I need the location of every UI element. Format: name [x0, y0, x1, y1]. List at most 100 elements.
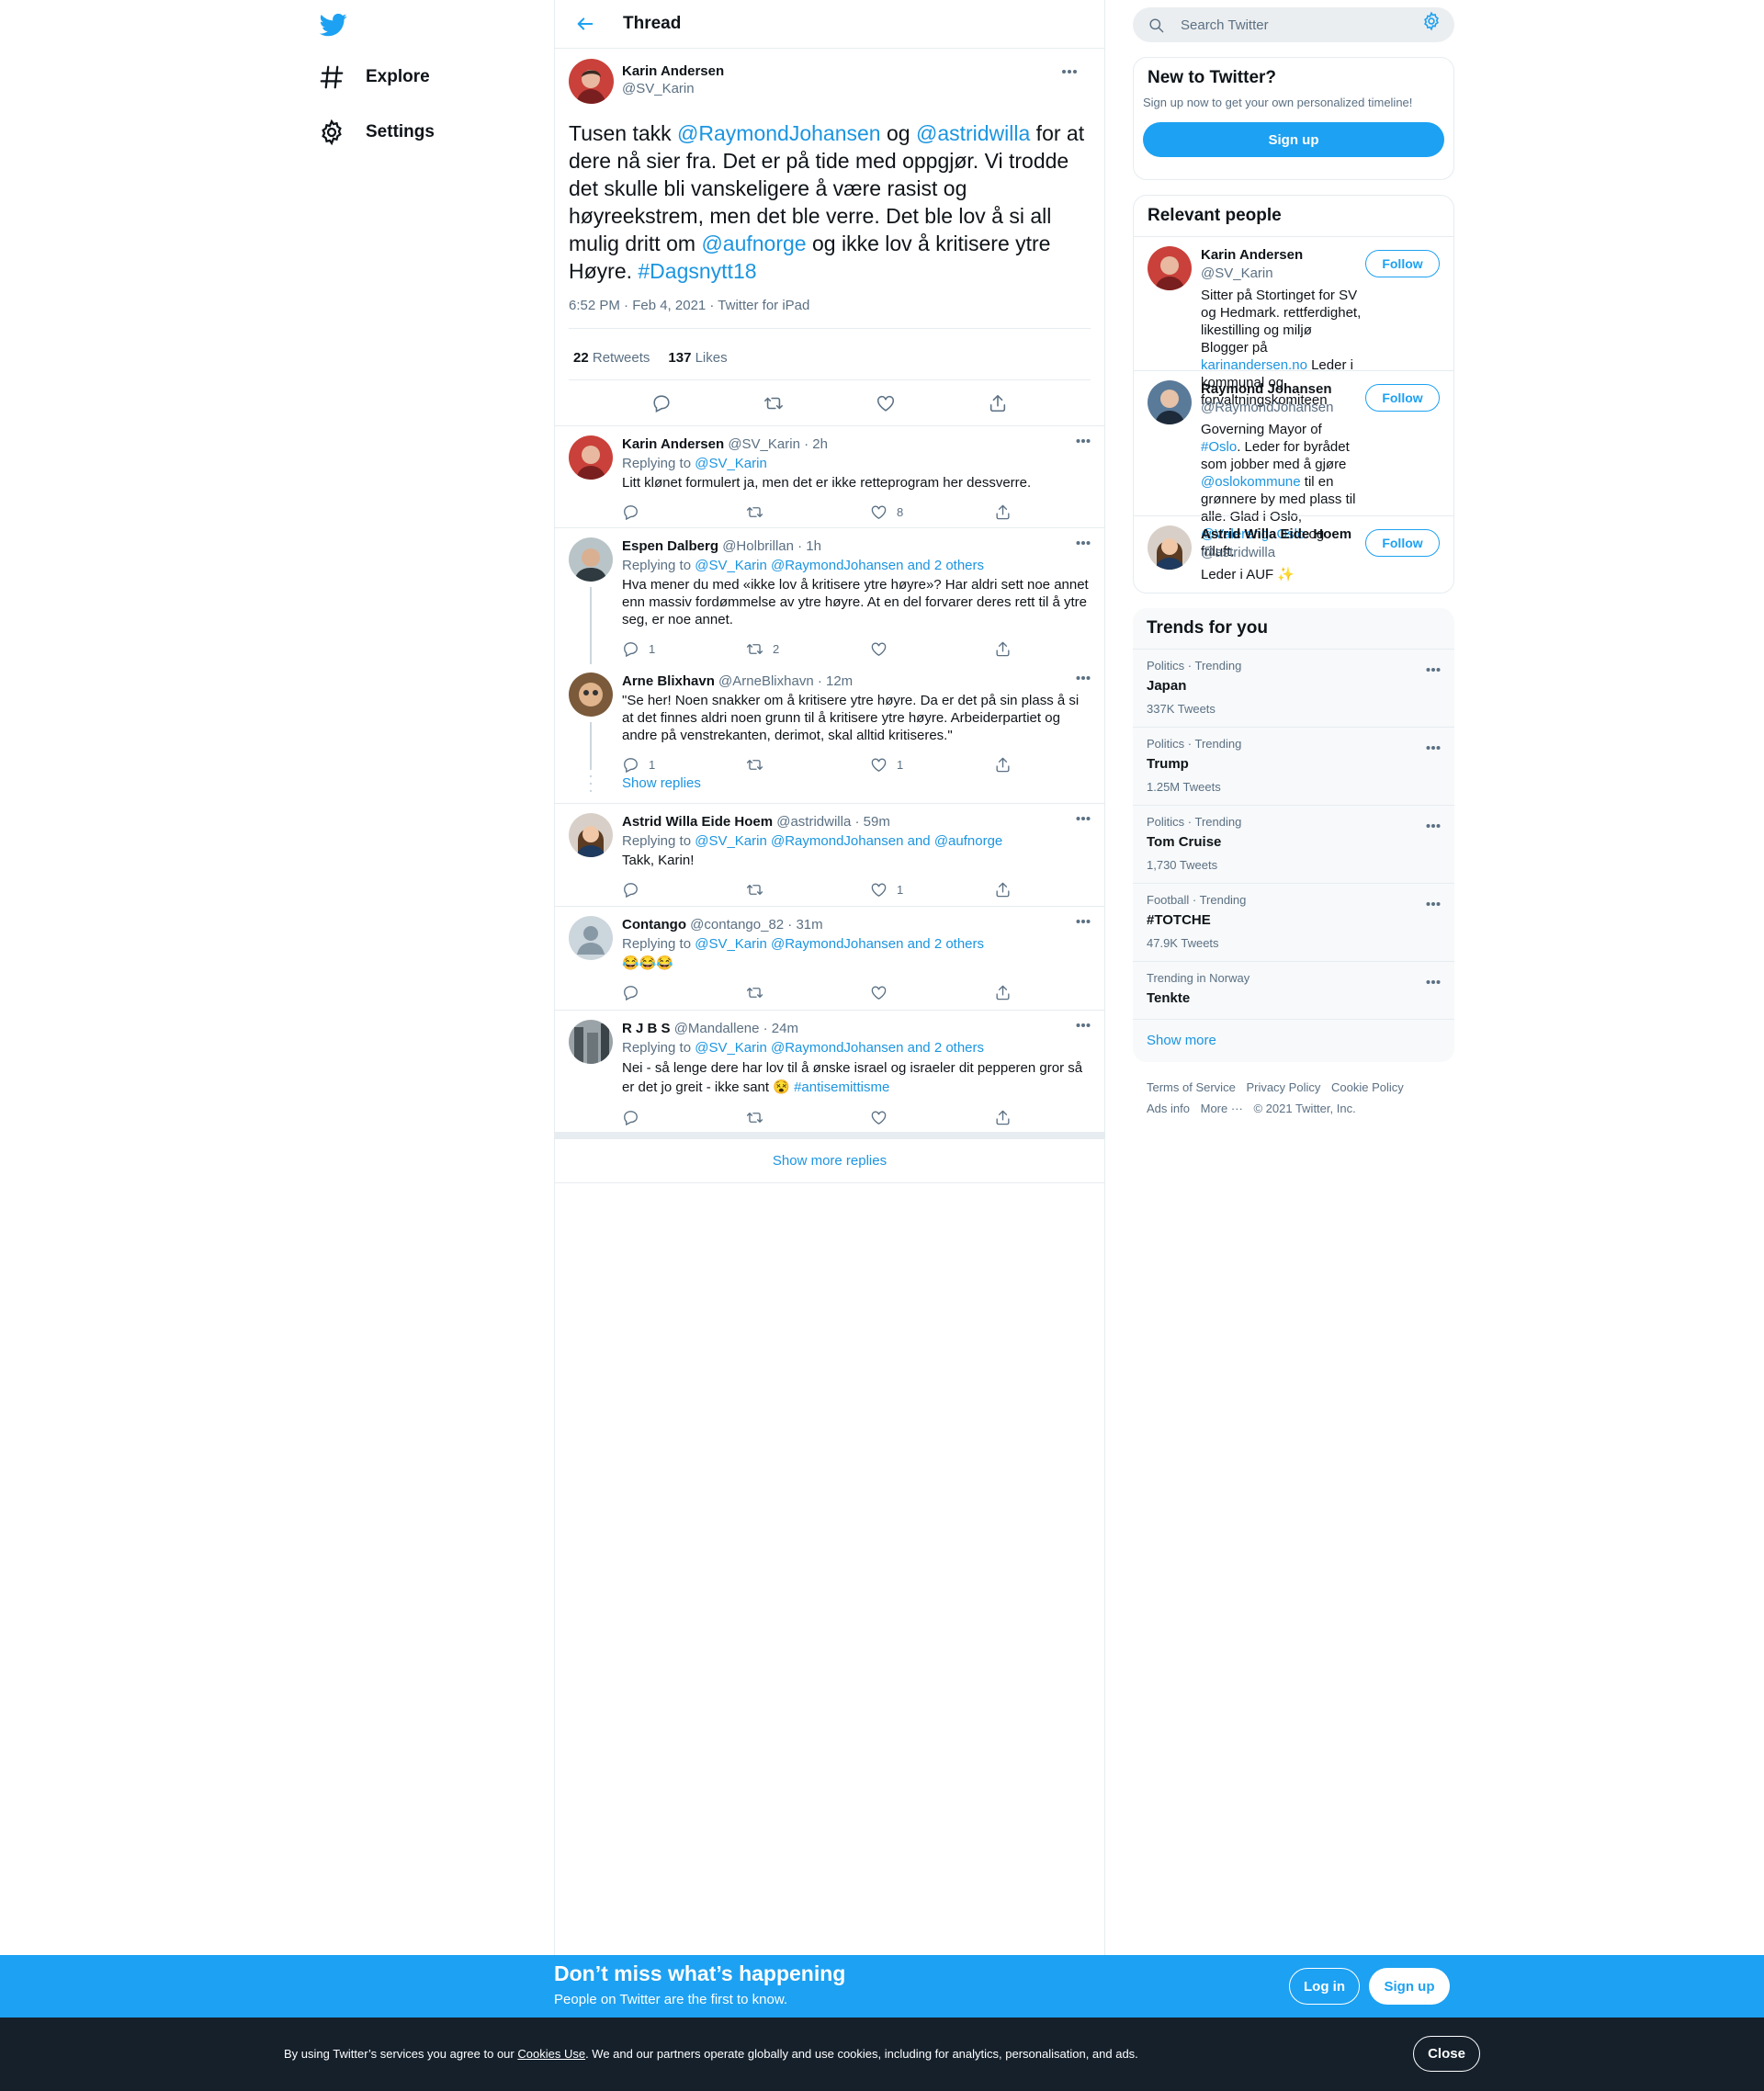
reply-author-name[interactable]: Contango: [622, 917, 686, 932]
more-options-icon[interactable]: [1426, 745, 1441, 751]
reply-button[interactable]: [622, 984, 746, 1001]
bio-link[interactable]: #Oslo: [1201, 439, 1237, 455]
mention-link[interactable]: @RaymondJohansen: [677, 121, 881, 145]
reply-author-name[interactable]: R J B S: [622, 1021, 671, 1036]
reply-author-name[interactable]: Astrid Willa Eide Hoem: [622, 814, 773, 830]
twitter-logo-icon[interactable]: [318, 11, 349, 39]
retweet-button[interactable]: 2: [746, 640, 870, 658]
trend-item[interactable]: Trending in Norway Tenkte: [1133, 961, 1454, 1019]
person-handle[interactable]: @RaymondJohansen: [1201, 399, 1362, 417]
banner-sign-up-button[interactable]: Sign up: [1369, 1968, 1450, 2005]
avatar[interactable]: [569, 813, 613, 857]
reply-author-name[interactable]: Karin Andersen: [622, 436, 724, 452]
more-options-icon[interactable]: [1061, 69, 1078, 74]
more-options-icon[interactable]: [1076, 1023, 1091, 1028]
more-options-icon[interactable]: [1426, 823, 1441, 829]
share-button[interactable]: [994, 503, 1022, 521]
show-replies-link[interactable]: Show replies: [555, 770, 1104, 803]
nav-explore[interactable]: Explore: [318, 59, 430, 96]
reply-icon[interactable]: [651, 393, 672, 413]
more-options-icon[interactable]: [1076, 675, 1091, 681]
reply-author-handle[interactable]: @Holbrillan · 1h: [722, 538, 821, 554]
mention-link[interactable]: @astridwilla: [916, 121, 1030, 145]
reply-author-handle[interactable]: @SV_Karin · 2h: [728, 436, 828, 452]
reply-button[interactable]: [622, 1109, 746, 1126]
person-handle[interactable]: @astridwilla: [1201, 544, 1362, 562]
avatar[interactable]: [1148, 380, 1192, 424]
log-in-button[interactable]: Log in: [1289, 1968, 1360, 2005]
like-button[interactable]: [870, 984, 994, 1001]
share-button[interactable]: [994, 984, 1022, 1001]
footer-link-more[interactable]: More ···: [1201, 1102, 1243, 1115]
reply-author-name[interactable]: Arne Blixhavn: [622, 673, 715, 689]
share-button[interactable]: [994, 640, 1022, 658]
replying-to-link[interactable]: @SV_Karin @RaymondJohansen and @aufnorge: [695, 833, 1002, 849]
person-name[interactable]: Karin Andersen: [1201, 246, 1362, 265]
reply-author-handle[interactable]: @astridwilla · 59m: [776, 814, 890, 830]
like-button[interactable]: 8: [870, 503, 994, 521]
hashtag-link[interactable]: #antisemittisme: [794, 1079, 889, 1095]
search-input[interactable]: Search Twitter: [1133, 7, 1454, 42]
reply-tweet[interactable]: Arne Blixhavn @ArneBlixhavn · 12m "Se he…: [555, 663, 1104, 773]
nav-settings[interactable]: Settings: [318, 114, 435, 151]
trend-item[interactable]: Politics · Trending Trump 1.25M Tweets: [1133, 727, 1454, 805]
more-options-icon[interactable]: [1076, 540, 1091, 546]
like-button[interactable]: 1: [870, 881, 994, 899]
footer-link-cookie[interactable]: Cookie Policy: [1331, 1080, 1404, 1094]
replying-to-link[interactable]: @SV_Karin @RaymondJohansen and 2 others: [695, 936, 984, 952]
follow-button[interactable]: Follow: [1365, 250, 1440, 277]
follow-button[interactable]: Follow: [1365, 529, 1440, 557]
reply-author-handle[interactable]: @Mandallene · 24m: [674, 1021, 798, 1036]
person-card[interactable]: Raymond Johansen @RaymondJohansen Govern…: [1134, 370, 1453, 559]
person-card[interactable]: Karin Andersen @SV_Karin Sitter på Stort…: [1134, 236, 1453, 408]
reply-tweet[interactable]: R J B S @Mandallene · 24m Replying to @S…: [555, 1010, 1104, 1130]
show-more-replies-button[interactable]: Show more replies: [555, 1132, 1104, 1183]
retweet-button[interactable]: [746, 503, 870, 521]
avatar[interactable]: [569, 1020, 613, 1064]
avatar[interactable]: [569, 537, 613, 582]
avatar[interactable]: [569, 435, 613, 480]
trend-item[interactable]: Politics · Trending Tom Cruise 1,730 Twe…: [1133, 805, 1454, 883]
retweet-button[interactable]: [746, 881, 870, 899]
more-options-icon[interactable]: [1076, 816, 1091, 821]
cookies-use-link[interactable]: Cookies Use: [517, 2047, 585, 2061]
back-arrow-icon[interactable]: [575, 14, 595, 34]
trends-show-more-link[interactable]: Show more: [1133, 1019, 1454, 1062]
retweet-count[interactable]: 22 Retweets: [573, 350, 650, 366]
bio-link[interactable]: @oslokommune: [1201, 474, 1301, 490]
footer-link-ads-info[interactable]: Ads info: [1147, 1102, 1190, 1115]
trend-item[interactable]: Politics · Trending Japan 337K Tweets: [1133, 649, 1454, 727]
like-heart-icon[interactable]: [876, 393, 896, 413]
like-button[interactable]: [870, 640, 994, 658]
footer-link-terms[interactable]: Terms of Service: [1147, 1080, 1236, 1094]
more-options-icon[interactable]: [1076, 919, 1091, 924]
share-icon[interactable]: [988, 393, 1008, 413]
person-name[interactable]: Astrid Willa Eide Hoem: [1201, 526, 1362, 544]
more-options-icon[interactable]: [1426, 901, 1441, 907]
cookie-close-button[interactable]: Close: [1413, 2036, 1480, 2072]
retweet-button[interactable]: [746, 1109, 870, 1126]
like-count[interactable]: 137 Likes: [668, 350, 727, 366]
reply-tweet[interactable]: Espen Dalberg @Holbrillan · 1h Replying …: [555, 527, 1104, 664]
avatar[interactable]: [1148, 526, 1192, 570]
more-options-icon[interactable]: [1426, 979, 1441, 985]
avatar[interactable]: [569, 916, 613, 960]
mention-link[interactable]: @aufnorge: [701, 232, 806, 255]
reply-button[interactable]: [622, 881, 746, 899]
replying-to-link[interactable]: @SV_Karin @RaymondJohansen and 2 others: [695, 558, 984, 573]
hashtag-link[interactable]: #Dagsnytt18: [638, 259, 756, 283]
retweet-icon[interactable]: [763, 393, 784, 413]
replying-to-link[interactable]: @SV_Karin: [695, 456, 767, 471]
avatar[interactable]: [569, 59, 614, 104]
sign-up-button[interactable]: Sign up: [1143, 122, 1444, 157]
tweet-timestamp[interactable]: 6:52 PM · Feb 4, 2021 · Twitter for iPad: [569, 298, 1091, 329]
author-name[interactable]: Karin Andersen: [622, 63, 724, 79]
more-options-icon[interactable]: [1426, 667, 1441, 673]
share-button[interactable]: [994, 881, 1022, 899]
share-button[interactable]: [994, 1109, 1022, 1126]
reply-button[interactable]: [622, 503, 746, 521]
avatar[interactable]: [1148, 246, 1192, 290]
person-card[interactable]: Astrid Willa Eide Hoem @astridwilla Lede…: [1134, 515, 1453, 593]
like-button[interactable]: [870, 1109, 994, 1126]
reply-tweet[interactable]: Astrid Willa Eide Hoem @astridwilla · 59…: [555, 803, 1104, 906]
